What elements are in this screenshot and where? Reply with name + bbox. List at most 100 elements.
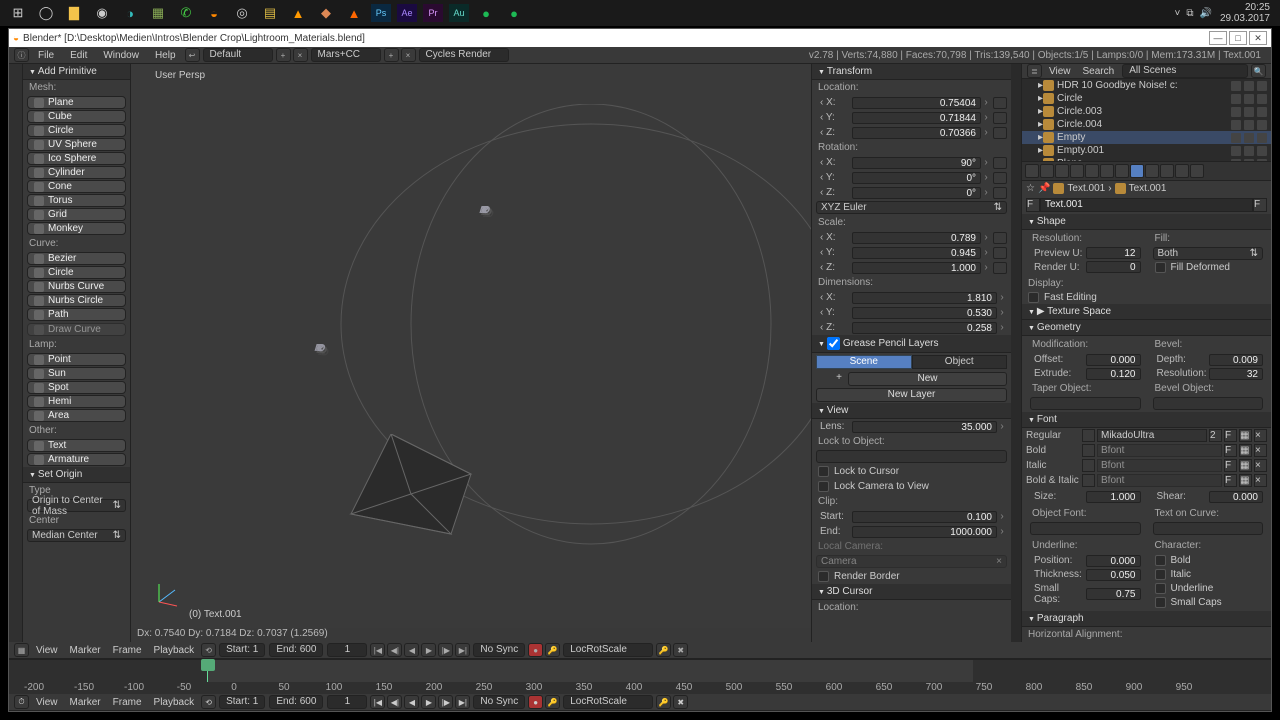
scl-z[interactable]: 1.000: [852, 262, 981, 274]
fill-deformed-check[interactable]: Fill Deformed: [1155, 261, 1262, 274]
add-curve-path[interactable]: Path: [27, 308, 126, 321]
key-icon[interactable]: 🔑: [545, 695, 560, 709]
app-icon[interactable]: ▦: [147, 2, 169, 24]
playhead[interactable]: [207, 660, 208, 682]
add-curve-bezier[interactable]: Bezier: [27, 252, 126, 265]
font-x-icon[interactable]: ×: [1254, 429, 1267, 442]
editor-type-icon[interactable]: ⓘ: [14, 48, 29, 62]
bevel-object[interactable]: [1153, 397, 1264, 410]
editor-type-icon[interactable]: ⏱: [14, 695, 29, 709]
scl-x[interactable]: 0.789: [852, 232, 981, 244]
explorer-icon[interactable]: ▇: [63, 2, 85, 24]
aftereffects-icon[interactable]: Ae: [397, 4, 417, 22]
autokey-icon[interactable]: ●: [528, 643, 543, 657]
clip-start[interactable]: 0.100: [852, 511, 997, 523]
set-origin-header[interactable]: Set Origin: [23, 467, 130, 483]
rot-y[interactable]: 0°: [852, 172, 981, 184]
chrome-icon[interactable]: ◉: [91, 2, 113, 24]
maximize-button[interactable]: □: [1229, 31, 1247, 45]
add-mesh-cylinder[interactable]: Cylinder: [27, 166, 126, 179]
back-icon[interactable]: ↩: [185, 48, 200, 62]
rotation-mode[interactable]: XYZ Euler⇅: [816, 201, 1007, 214]
add-mesh-monkey[interactable]: Monkey: [27, 222, 126, 235]
gp-add-icon[interactable]: +: [832, 372, 846, 386]
prop-tab-material[interactable]: [1145, 164, 1159, 178]
jump-start-icon[interactable]: |◀: [370, 643, 385, 657]
lock-icon[interactable]: [993, 97, 1007, 109]
app-icon[interactable]: ▲: [287, 2, 309, 24]
ul-position[interactable]: 0.000: [1086, 555, 1141, 567]
datablock-name[interactable]: F F: [1026, 198, 1267, 212]
screen-layout[interactable]: Default: [203, 48, 273, 62]
bevel-depth[interactable]: 0.009: [1209, 354, 1264, 366]
toolshelf-tabs[interactable]: [9, 64, 23, 642]
tl-sync-mode[interactable]: No Sync: [473, 695, 525, 709]
menu-help[interactable]: Help: [147, 50, 184, 61]
outliner-item[interactable]: ▸ Circle.003: [1022, 105, 1271, 118]
prop-tab-data[interactable]: [1130, 164, 1144, 178]
origin-type-dropdown[interactable]: Origin to Center of Mass⇅: [27, 499, 126, 512]
tl-start-frame[interactable]: Start: 1: [219, 695, 265, 709]
font-users[interactable]: 2: [1209, 429, 1222, 442]
add-layout-icon[interactable]: +: [276, 48, 291, 62]
current-frame[interactable]: 1: [327, 643, 367, 657]
rot-x[interactable]: 90°: [852, 157, 981, 169]
premiere-icon[interactable]: Pr: [423, 4, 443, 22]
spotify-icon[interactable]: ●: [475, 2, 497, 24]
render-border-check[interactable]: Render Border: [818, 570, 1005, 583]
object-font[interactable]: [1030, 522, 1141, 535]
tray-volume-icon[interactable]: 🔊: [1199, 8, 1211, 19]
outliner-item[interactable]: ▸ Empty: [1022, 131, 1271, 144]
close-button[interactable]: ✕: [1249, 31, 1267, 45]
font-bold[interactable]: Bfont: [1097, 444, 1222, 457]
key-delete-icon[interactable]: ✖: [673, 695, 688, 709]
whatsapp-icon[interactable]: ✆: [175, 2, 197, 24]
add-lamp-point[interactable]: Point: [27, 353, 126, 366]
char-underline-check[interactable]: Underline: [1155, 582, 1262, 595]
play-icon[interactable]: ▶: [421, 643, 436, 657]
font-open-icon[interactable]: ▦: [1239, 429, 1252, 442]
font-size[interactable]: 1.000: [1086, 491, 1141, 503]
jump-end-icon[interactable]: ▶|: [455, 695, 470, 709]
center-dropdown[interactable]: Median Center⇅: [27, 529, 126, 542]
loc-x[interactable]: 0.75404: [852, 97, 981, 109]
prop-tab-layers[interactable]: [1040, 164, 1054, 178]
photoshop-icon[interactable]: Ps: [371, 4, 391, 22]
tray-chevron-icon[interactable]: ˅: [1175, 8, 1181, 19]
outliner-item[interactable]: ▸ Empty.001: [1022, 144, 1271, 157]
rewind-icon[interactable]: ⟲: [201, 695, 216, 709]
keying-set[interactable]: LocRotScale: [563, 643, 653, 657]
font-regular[interactable]: MikadoUltra: [1097, 429, 1207, 442]
smallcaps-scale[interactable]: 0.75: [1086, 588, 1141, 600]
render-u[interactable]: 0: [1086, 261, 1141, 273]
add-primitive-header[interactable]: Add Primitive: [23, 64, 130, 80]
tray-network-icon[interactable]: ⧉: [1186, 8, 1193, 19]
font-shear[interactable]: 0.000: [1209, 491, 1264, 503]
add-mesh-ico-sphere[interactable]: Ico Sphere: [27, 152, 126, 165]
tl-keying-set[interactable]: LocRotScale: [563, 695, 653, 709]
start-icon[interactable]: ⊞: [7, 2, 29, 24]
prop-tab-particle[interactable]: [1175, 164, 1189, 178]
add-mesh-uv-sphere[interactable]: UV Sphere: [27, 138, 126, 151]
font-bolditalic[interactable]: Bfont: [1097, 474, 1222, 487]
render-engine[interactable]: Cycles Render: [419, 48, 509, 62]
lock-icon[interactable]: [993, 247, 1007, 259]
tl-playback-menu[interactable]: Playback: [148, 697, 201, 708]
transform-header[interactable]: Transform: [812, 64, 1011, 80]
vlc-icon[interactable]: ▲: [343, 2, 365, 24]
app-icon[interactable]: ◑: [119, 2, 141, 24]
play-icon[interactable]: ▶: [421, 695, 436, 709]
task-view-icon[interactable]: ◯: [35, 2, 57, 24]
lock-icon[interactable]: [993, 172, 1007, 184]
add-lamp-spot[interactable]: Spot: [27, 381, 126, 394]
fill-mode[interactable]: Both⇅: [1153, 247, 1264, 260]
lock-icon[interactable]: [993, 127, 1007, 139]
preview-u[interactable]: 12: [1086, 247, 1141, 259]
clip-end[interactable]: 1000.000: [852, 526, 997, 538]
play-rev-icon[interactable]: ◀: [404, 643, 419, 657]
add-curve-nurbs-curve[interactable]: Nurbs Curve: [27, 280, 126, 293]
tl-frame-menu[interactable]: Frame: [107, 697, 148, 708]
view-header[interactable]: View: [812, 403, 1011, 419]
dim-x[interactable]: 1.810: [852, 292, 997, 304]
menu-edit[interactable]: Edit: [62, 50, 95, 61]
